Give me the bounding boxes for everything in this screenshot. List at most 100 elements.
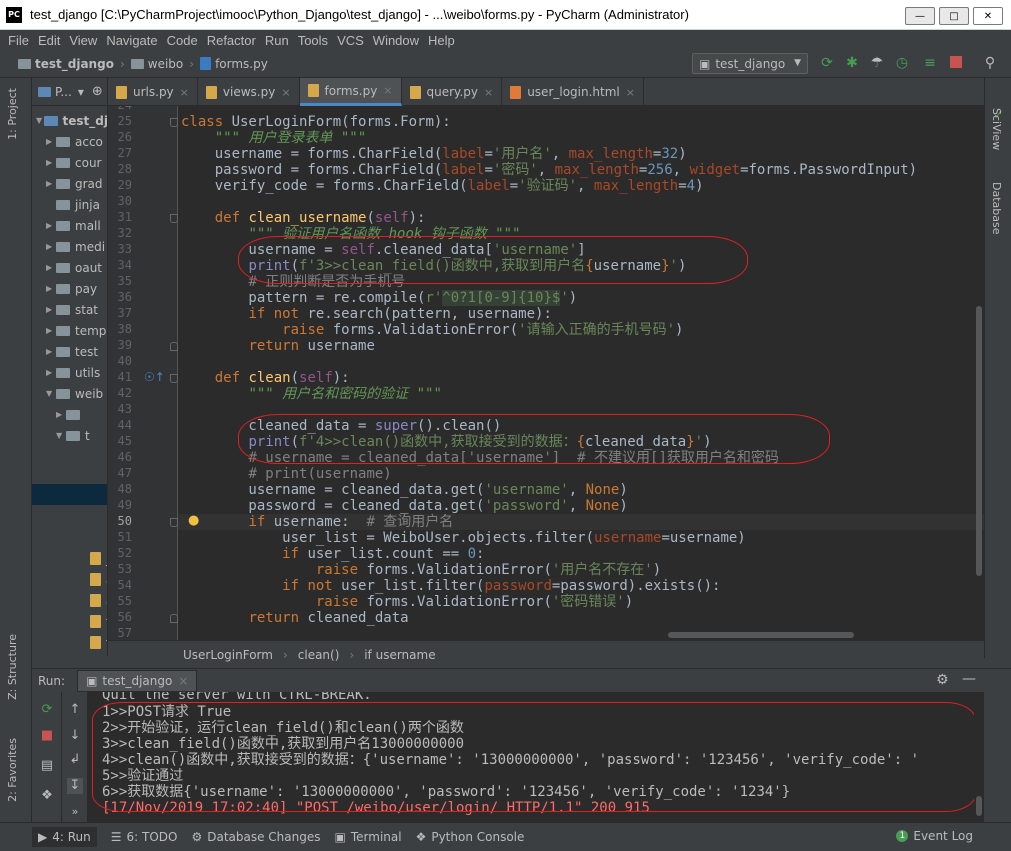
soft-wrap-icon[interactable]: ↲: [67, 752, 83, 768]
breadcrumb-method[interactable]: clean(): [298, 648, 340, 662]
rerun-icon[interactable]: ⟳: [819, 55, 835, 71]
menu-edit[interactable]: Edit: [38, 33, 60, 48]
tree-item[interactable]: ▼ weib: [32, 383, 107, 404]
chevron-right-icon[interactable]: ▶: [46, 179, 56, 188]
tree-item[interactable]: ▶ oaut: [32, 257, 107, 278]
close-tab-icon[interactable]: ×: [626, 86, 635, 99]
tree-item[interactable]: jinja: [32, 194, 107, 215]
chevron-right-icon[interactable]: ▶: [56, 410, 66, 419]
intention-bulb-icon[interactable]: ●: [188, 513, 199, 528]
structure-tool-tab[interactable]: Z: Structure: [6, 634, 19, 700]
menu-window[interactable]: Window: [373, 33, 419, 48]
maximize-button[interactable]: □: [939, 7, 969, 25]
event-log-button[interactable]: 1 Event Log: [896, 829, 973, 843]
tree-item[interactable]: ▶ medi: [32, 236, 107, 257]
hide-panel-icon[interactable]: —: [962, 671, 976, 687]
tree-file-item[interactable]: _: [32, 548, 107, 569]
tree-item[interactable]: ▶ stat: [32, 299, 107, 320]
chevron-right-icon[interactable]: ▶: [46, 368, 56, 377]
nav-crumb-file[interactable]: forms.py: [200, 57, 268, 71]
fold-marker-icon[interactable]: [170, 614, 178, 623]
arrow-down-icon[interactable]: ↓: [67, 728, 83, 744]
tree-item[interactable]: ▶ temp: [32, 320, 107, 341]
coverage-icon[interactable]: ☂: [869, 55, 885, 71]
stop-icon[interactable]: ■: [39, 728, 55, 744]
fold-marker-icon[interactable]: [170, 214, 178, 223]
tree-file-item[interactable]: a: [32, 569, 107, 590]
menu-code[interactable]: Code: [167, 33, 198, 48]
tree-item[interactable]: ▼ test_dj: [32, 110, 107, 131]
chevron-right-icon[interactable]: ▶: [46, 158, 56, 167]
editor-horizontal-scrollbar[interactable]: [668, 632, 854, 638]
fold-marker-icon[interactable]: [170, 118, 178, 127]
run-tab-test-django[interactable]: ▣ test_django ×: [77, 669, 198, 692]
tree-item[interactable]: ▼ t: [32, 425, 107, 446]
tree-file-item[interactable]: a: [32, 590, 107, 611]
tree-item[interactable]: ▶ test: [32, 341, 107, 362]
scroll-to-end-icon[interactable]: ↧: [67, 778, 83, 794]
close-tab-icon[interactable]: ×: [180, 86, 189, 99]
menu-help[interactable]: Help: [428, 33, 455, 48]
chevron-right-icon[interactable]: ▶: [46, 242, 56, 251]
tab-forms-py[interactable]: forms.py ×: [299, 78, 402, 106]
nav-crumb-weibo[interactable]: weibo ›: [130, 57, 194, 71]
tree-file-item[interactable]: r: [32, 653, 107, 656]
tree-item[interactable]: ▶ mall: [32, 215, 107, 236]
console-scrollbar[interactable]: [974, 692, 984, 822]
fold-marker-icon[interactable]: [170, 518, 178, 527]
close-window-button[interactable]: ✕: [973, 7, 1003, 25]
project-view-select[interactable]: P...: [55, 85, 72, 99]
run-console[interactable]: Quit the server with CTRL-BREAK. 1>>POST…: [88, 692, 984, 822]
tab-query-py[interactable]: query.py ×: [402, 78, 503, 106]
chevron-down-icon[interactable]: ▼: [36, 116, 44, 125]
close-tab-icon[interactable]: ×: [281, 86, 290, 99]
search-everywhere-icon[interactable]: ⚲: [982, 55, 998, 71]
tree-item[interactable]: ▶: [32, 404, 107, 425]
fold-marker-icon[interactable]: [170, 342, 178, 351]
editor-vertical-scrollbar[interactable]: [976, 306, 982, 576]
chevron-down-icon[interactable]: ▼: [46, 389, 56, 398]
code-editor[interactable]: 24 25 26 27 28 29 30 31 32 33 34 35 36 37 38 39 40 41 42 43…: [108, 106, 984, 640]
python-console-tool-button[interactable]: ❖ Python Console: [416, 830, 525, 844]
chevron-right-icon[interactable]: ▶: [46, 263, 56, 272]
more-actions-icon[interactable]: »: [67, 804, 83, 820]
debug-icon[interactable]: ✱: [844, 55, 860, 71]
arrow-up-icon[interactable]: ↑: [67, 702, 83, 718]
favorites-tool-tab[interactable]: 2: Favorites: [6, 738, 19, 802]
menu-refactor[interactable]: Refactor: [207, 33, 256, 48]
pin-icon[interactable]: ❖: [39, 788, 55, 804]
rerun-icon[interactable]: ⟳: [39, 702, 55, 718]
tree-file-item[interactable]: f: [32, 611, 107, 632]
chevron-right-icon[interactable]: ▶: [46, 284, 56, 293]
minimize-button[interactable]: —: [905, 7, 935, 25]
restore-layout-icon[interactable]: ▤: [39, 758, 55, 774]
profile-icon[interactable]: ◷: [894, 55, 910, 71]
close-tab-icon[interactable]: ×: [484, 86, 493, 99]
sciview-tool-tab[interactable]: SciView: [990, 108, 1003, 150]
fold-marker-icon[interactable]: [170, 374, 178, 383]
chevron-down-icon[interactable]: ▼: [56, 431, 66, 440]
chevron-down-icon[interactable]: ▾: [78, 85, 84, 99]
run-configuration-select[interactable]: ▣ test_django ▼: [692, 53, 808, 74]
database-changes-tool-button[interactable]: ⚙ Database Changes: [191, 830, 320, 844]
menu-navigate[interactable]: Navigate: [106, 33, 157, 48]
chevron-right-icon[interactable]: ▶: [46, 305, 56, 314]
tree-item[interactable]: ▶ acco: [32, 131, 107, 152]
tree-item[interactable]: ▶ utils: [32, 362, 107, 383]
project-tool-tab[interactable]: 1: Project: [6, 88, 19, 140]
tree-item[interactable]: ▶ grad: [32, 173, 107, 194]
tree-item[interactable]: ▶ pay: [32, 278, 107, 299]
tab-user-login-html[interactable]: user_login.html ×: [502, 78, 644, 106]
menu-run[interactable]: Run: [265, 33, 289, 48]
nav-crumb-project[interactable]: test_django ›: [18, 57, 125, 71]
close-tab-icon[interactable]: ×: [383, 84, 392, 97]
menu-view[interactable]: View: [69, 33, 97, 48]
run-tool-button[interactable]: ▶ 4: Run: [32, 827, 97, 847]
chevron-right-icon[interactable]: ▶: [46, 137, 56, 146]
terminal-tool-button[interactable]: ▣ Terminal: [335, 830, 402, 844]
todo-tool-button[interactable]: ☰ 6: TODO: [111, 830, 178, 844]
menu-file[interactable]: File: [8, 33, 29, 48]
tab-urls-py[interactable]: urls.py ×: [108, 78, 198, 106]
breadcrumb-block[interactable]: if username: [364, 648, 435, 662]
tree-file-item[interactable]: f: [32, 632, 107, 653]
